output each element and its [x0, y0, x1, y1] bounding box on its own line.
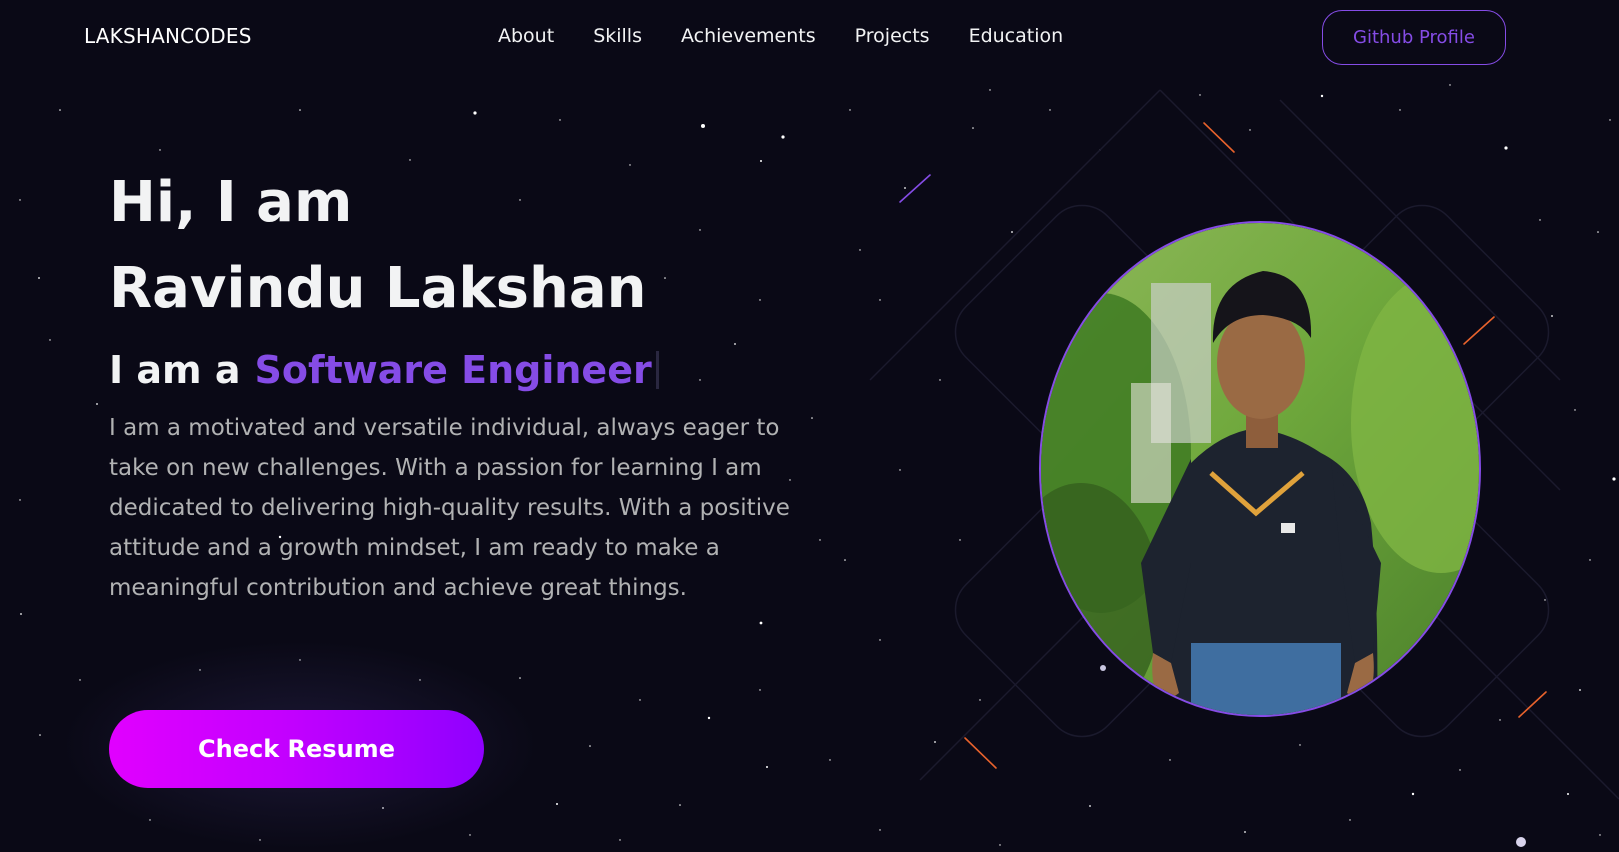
hero-description: I am a motivated and versatile individua… [109, 415, 790, 601]
role-line: I am a Software Engineer [109, 344, 819, 396]
role-typewriter-text: Software Engineer [254, 348, 652, 392]
github-profile-button[interactable]: Github Profile [1322, 10, 1506, 65]
hero-image-area [860, 80, 1619, 852]
hero-title: Hi, I am Ravindu Lakshan [109, 160, 819, 332]
role-prefix: I am a [109, 348, 241, 392]
profile-photo-illustration [1041, 223, 1479, 715]
hero-text: Hi, I am Ravindu Lakshan I am a Software… [109, 160, 819, 631]
hero-greeting: Hi, I am [109, 170, 353, 235]
check-resume-button[interactable]: Check Resume [109, 710, 484, 788]
nav-link-projects[interactable]: Projects [855, 25, 930, 47]
profile-photo [1039, 221, 1481, 717]
navbar: LAKSHANCODES About Skills Achievements P… [0, 0, 1619, 76]
hero-name: Ravindu Lakshan [109, 256, 647, 321]
typing-cursor [655, 351, 659, 389]
site-logo[interactable]: LAKSHANCODES [84, 24, 252, 48]
nav-link-about[interactable]: About [498, 25, 554, 47]
nav-link-education[interactable]: Education [969, 25, 1064, 47]
nav-link-achievements[interactable]: Achievements [681, 25, 816, 47]
nav-link-skills[interactable]: Skills [593, 25, 642, 47]
nav-links: About Skills Achievements Projects Educa… [498, 25, 1063, 47]
